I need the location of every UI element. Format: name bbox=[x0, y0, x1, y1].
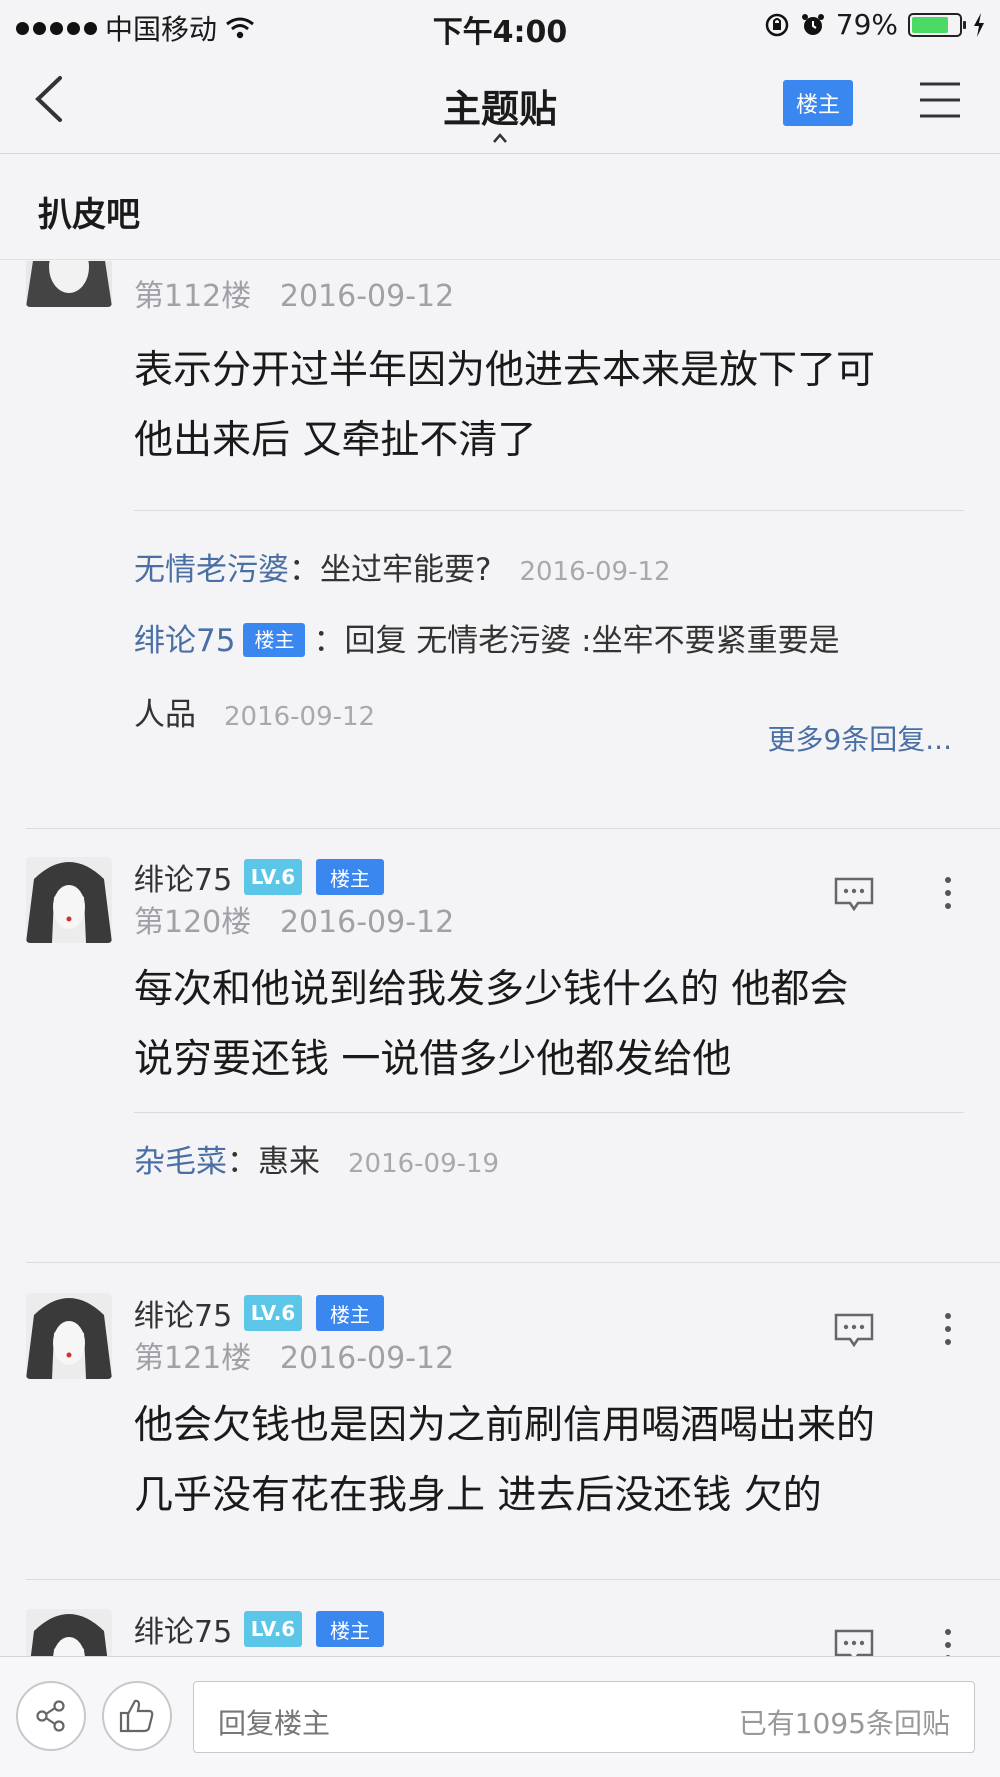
post-120: 绯论75 LV.6 楼主 第120楼 2016-09-12 每次和他说到给我发多… bbox=[0, 857, 1000, 1267]
reply-placeholder: 回复楼主 bbox=[218, 1707, 331, 1740]
post-body: 表示分开过半年因为他进去本来是放下了可 他出来后 又牵扯不清了 bbox=[134, 348, 876, 463]
bottom-bar: 回复楼主 已有1095条回贴 bbox=[0, 1656, 1000, 1777]
owner-only-button[interactable]: 楼主 bbox=[783, 80, 853, 126]
post-divider bbox=[26, 1262, 1000, 1263]
post-112: 第112楼 2016-09-12 表示分开过半年因为他进去本来是放下了可 他出来… bbox=[0, 261, 1000, 756]
battery-percent: 79% bbox=[835, 8, 898, 41]
battery-fill bbox=[912, 16, 949, 33]
forum-name: 扒皮吧 bbox=[38, 195, 140, 235]
reply-icon[interactable] bbox=[834, 1313, 874, 1347]
post-meta: 第121楼 2016-09-12 bbox=[134, 1341, 455, 1376]
back-icon[interactable] bbox=[28, 74, 72, 124]
more-options-icon[interactable] bbox=[940, 1627, 956, 1656]
reply-icon[interactable] bbox=[834, 1629, 874, 1656]
post-divider bbox=[26, 1579, 1000, 1580]
owner-badge: 楼主 bbox=[316, 859, 384, 895]
post-feed[interactable]: 第112楼 2016-09-12 表示分开过半年因为他进去本来是放下了可 他出来… bbox=[0, 261, 1000, 1656]
share-button[interactable] bbox=[16, 1681, 86, 1751]
nav-bar: 主题贴 楼主 bbox=[0, 50, 1000, 154]
thumbs-up-icon bbox=[119, 1699, 154, 1733]
rotation-lock-icon bbox=[765, 13, 789, 36]
comment-user[interactable]: 无情老污婆 bbox=[134, 552, 289, 588]
divider bbox=[134, 1112, 964, 1113]
more-replies-link[interactable]: 更多9条回复... bbox=[767, 718, 952, 758]
post-username[interactable]: 绯论75 bbox=[134, 1291, 232, 1335]
avatar[interactable] bbox=[26, 1293, 112, 1379]
forum-header[interactable]: 扒皮吧 bbox=[0, 155, 1000, 260]
comment-user[interactable]: 绯论75 bbox=[134, 623, 235, 659]
post-username[interactable]: 绯论75 bbox=[134, 855, 232, 899]
charging-icon bbox=[974, 12, 984, 37]
reply-input[interactable]: 回复楼主 已有1095条回贴 bbox=[193, 1681, 975, 1753]
comment-user[interactable]: 杂毛菜 bbox=[134, 1144, 227, 1180]
like-button[interactable] bbox=[102, 1681, 172, 1751]
divider bbox=[134, 510, 964, 511]
post-meta: 第112楼 2016-09-12 bbox=[134, 279, 455, 314]
post-username[interactable]: 绯论75 bbox=[134, 1607, 232, 1651]
more-options-icon[interactable] bbox=[940, 875, 956, 911]
share-icon bbox=[36, 1700, 65, 1732]
reply-count: 已有1095条回贴 bbox=[738, 1707, 950, 1740]
menu-icon[interactable] bbox=[918, 80, 962, 120]
reply-icon[interactable] bbox=[834, 877, 874, 911]
status-right: 79% bbox=[764, 8, 986, 41]
comment[interactable]: 杂毛菜：惠来 2016-09-19 bbox=[134, 1125, 964, 1201]
owner-badge: 楼主 bbox=[316, 1295, 384, 1331]
caret-up-icon[interactable] bbox=[492, 132, 508, 144]
comment[interactable]: 无情老污婆：坐过牢能要? 2016-09-12 bbox=[134, 533, 964, 609]
post-body: 他会欠钱也是因为之前刷信用喝酒喝出来的 几乎没有花在我身上 进去后没还钱 欠的 bbox=[134, 1403, 876, 1518]
alarm-icon bbox=[801, 13, 824, 35]
owner-badge: 楼主 bbox=[316, 1611, 384, 1647]
avatar[interactable] bbox=[26, 261, 112, 307]
post-meta: 第120楼 2016-09-12 bbox=[134, 905, 455, 940]
post-121: 绯论75 LV.6 楼主 第121楼 2016-09-12 他会欠钱也是因为之前… bbox=[0, 1293, 1000, 1593]
level-badge: LV.6 bbox=[244, 1295, 302, 1331]
level-badge: LV.6 bbox=[244, 859, 302, 895]
more-options-icon[interactable] bbox=[940, 1311, 956, 1347]
avatar[interactable] bbox=[26, 857, 112, 943]
post-divider bbox=[26, 828, 1000, 829]
avatar[interactable] bbox=[26, 1609, 112, 1656]
post-body: 每次和他说到给我发多少钱什么的 他都会 说穷要还钱 一说借多少他都发给他 bbox=[134, 967, 849, 1082]
level-badge: LV.6 bbox=[244, 1611, 302, 1647]
owner-badge: 楼主 bbox=[243, 623, 306, 657]
post-next: 绯论75 LV.6 楼主 bbox=[0, 1609, 1000, 1656]
battery-icon bbox=[908, 12, 966, 37]
status-bar: 中国移动 下午4:00 79% bbox=[0, 0, 1000, 50]
